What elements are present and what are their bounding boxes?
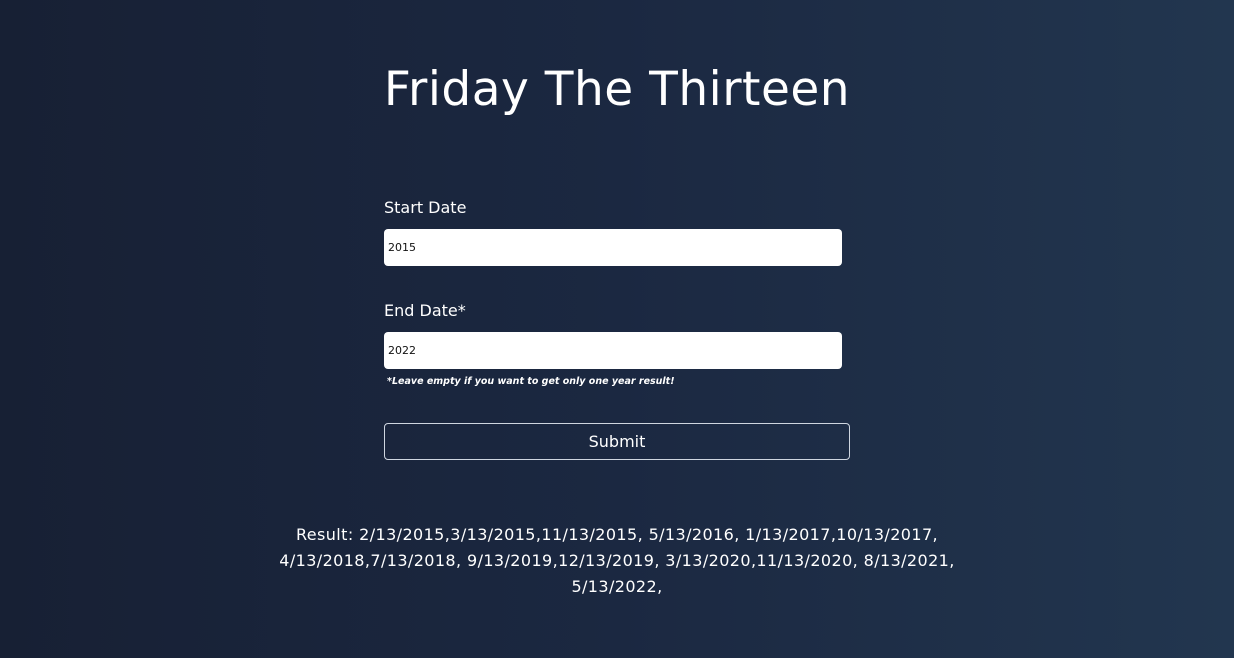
page-title: Friday The Thirteen — [383, 62, 851, 117]
submit-button[interactable]: Submit — [384, 423, 850, 460]
start-date-label: Start Date — [384, 198, 467, 217]
end-date-label: End Date* — [384, 301, 466, 320]
end-date-hint: *Leave empty if you want to get only one… — [387, 376, 675, 387]
date-range-form: Start Date End Date* *Leave empty if you… — [384, 196, 850, 460]
result-text: Result: 2/13/2015,3/13/2015,11/13/2015, … — [250, 522, 984, 600]
start-date-input[interactable] — [384, 229, 842, 266]
result-dates: 2/13/2015,3/13/2015,11/13/2015, 5/13/201… — [279, 525, 955, 596]
end-date-input[interactable] — [384, 332, 842, 369]
result-label: Result: — [295, 525, 354, 544]
